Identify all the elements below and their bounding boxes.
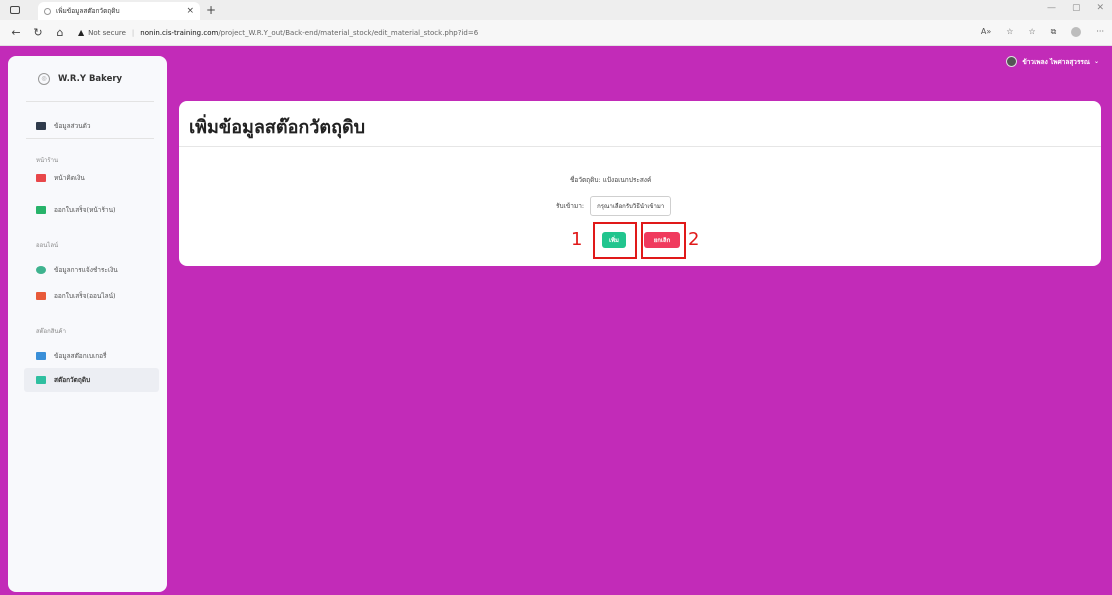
boxes-icon bbox=[36, 352, 46, 360]
card-header: เพิ่มข้อมูลสต๊อกวัตถุดิบ bbox=[179, 101, 1101, 147]
minimize-icon[interactable]: — bbox=[1047, 3, 1056, 13]
user-name: ข้าวเพลง ไพศาลสุวรรณ bbox=[1022, 57, 1090, 66]
tab-title: เพิ่มข้อมูลสต๊อกวัตถุดิบ bbox=[56, 7, 120, 15]
warning-icon: ▲ bbox=[78, 28, 85, 37]
window-menu-icon[interactable] bbox=[10, 6, 20, 14]
favorites-icon[interactable]: ☆ bbox=[1028, 27, 1035, 37]
url-separator: | bbox=[131, 28, 135, 37]
sidebar-item-label: ออกใบเสร็จ(หน้าร้าน) bbox=[54, 206, 116, 214]
sidebar-item-bakery-stock[interactable]: ข้อมูลสต๊อกเบเกอรี่ bbox=[36, 349, 107, 363]
receive-field: รับเข้ามา: กรุณาเลือกรับวิธีนำเข้ามา bbox=[556, 196, 672, 216]
tab-close-icon[interactable]: × bbox=[186, 6, 194, 16]
home-icon[interactable]: ⌂ bbox=[54, 26, 66, 39]
url-path: /project_W.R.Y_out/Back-end/material_sto… bbox=[218, 28, 479, 37]
user-menu[interactable]: ข้าวเพลง ไพศาลสุวรรณ ⌄ bbox=[1006, 56, 1099, 67]
security-status[interactable]: Not secure bbox=[88, 29, 126, 37]
sidebar-item-label: สต๊อกวัตถุดิบ bbox=[54, 376, 91, 384]
receipt-icon bbox=[36, 206, 46, 214]
address-bar: ← ↻ ⌂ ▲ Not secure | nonin.cis-training.… bbox=[0, 20, 1112, 46]
favorite-star-icon[interactable]: ☆ bbox=[1006, 27, 1013, 37]
receipt-icon bbox=[36, 292, 46, 300]
refresh-icon[interactable]: ↻ bbox=[32, 26, 44, 39]
profile-icon[interactable] bbox=[1071, 27, 1082, 37]
users-icon bbox=[36, 266, 46, 274]
id-card-icon bbox=[36, 122, 46, 130]
material-name-label: ชื่อวัตถุดิบ: แป้งอเนกประสงค์ bbox=[570, 176, 652, 184]
sidebar-item-receipt-store[interactable]: ออกใบเสร็จ(หน้าร้าน) bbox=[36, 203, 116, 217]
collections-icon[interactable]: ⧉ bbox=[1051, 27, 1057, 37]
section-storefront: หน้าร้าน bbox=[36, 157, 59, 164]
sidebar-item-checkout[interactable]: หน้าคิดเงิน bbox=[36, 171, 85, 185]
bakery-logo-icon: ◎ bbox=[38, 73, 50, 85]
section-stock: สต๊อกสินค้า bbox=[36, 328, 66, 335]
url-host: nonin.cis-training.com bbox=[140, 28, 219, 37]
sidebar: ◎ W.R.Y Bakery ข้อมูลส่วนตัว หน้าร้าน หน… bbox=[8, 56, 167, 592]
highlight-box-cancel bbox=[641, 222, 686, 259]
sidebar-item-label: ข้อมูลส่วนตัว bbox=[54, 122, 91, 130]
cash-register-icon bbox=[36, 174, 46, 182]
page-title: เพิ่มข้อมูลสต๊อกวัตถุดิบ bbox=[189, 117, 366, 138]
chevron-down-icon: ⌄ bbox=[1093, 58, 1099, 65]
brand-name: W.R.Y Bakery bbox=[58, 74, 123, 84]
back-icon[interactable]: ← bbox=[10, 26, 22, 39]
more-options-icon[interactable]: ··· bbox=[1096, 27, 1104, 37]
sidebar-item-label: ข้อมูลสต๊อกเบเกอรี่ bbox=[54, 352, 107, 360]
highlight-box-save bbox=[593, 222, 637, 259]
restore-icon[interactable]: ▢ bbox=[1072, 3, 1081, 13]
avatar bbox=[1006, 56, 1018, 67]
sidebar-item-material-stock[interactable]: สต๊อกวัตถุดิบ bbox=[24, 368, 159, 392]
tab-favicon-icon bbox=[44, 7, 51, 15]
browser-toolbar-icons: A» ☆ ☆ ⧉ ··· bbox=[981, 27, 1104, 37]
url-field[interactable]: ▲ Not secure | nonin.cis-training.com /p… bbox=[78, 28, 478, 37]
browser-tab-bar: เพิ่มข้อมูลสต๊อกวัตถุดิบ × + — ▢ ✕ bbox=[0, 0, 1112, 20]
receive-method-select[interactable]: กรุณาเลือกรับวิธีนำเข้ามา bbox=[590, 196, 672, 216]
new-tab-icon[interactable]: + bbox=[206, 3, 216, 17]
sidebar-divider bbox=[26, 101, 154, 102]
form-card: ชื่อวัตถุดิบ: แป้งอเนกประสงค์ รับเข้ามา:… bbox=[179, 147, 1101, 266]
annotation-number-2: 2 bbox=[688, 229, 700, 250]
window-controls: — ▢ ✕ bbox=[1047, 3, 1104, 13]
receive-label: รับเข้ามา: bbox=[556, 202, 585, 210]
brand[interactable]: ◎ W.R.Y Bakery bbox=[38, 73, 122, 85]
sidebar-item-payment-notices[interactable]: ข้อมูลการแจ้งชำระเงิน bbox=[36, 263, 118, 277]
sidebar-divider bbox=[26, 138, 154, 139]
sidebar-item-receipt-online[interactable]: ออกใบเสร็จ(ออนไลน์) bbox=[36, 289, 116, 303]
browser-tab[interactable]: เพิ่มข้อมูลสต๊อกวัตถุดิบ × bbox=[38, 2, 200, 20]
close-window-icon[interactable]: ✕ bbox=[1096, 3, 1104, 13]
sidebar-item-profile[interactable]: ข้อมูลส่วนตัว bbox=[36, 119, 91, 133]
read-aloud-icon[interactable]: A» bbox=[981, 27, 991, 37]
sidebar-item-label: ออกใบเสร็จ(ออนไลน์) bbox=[54, 292, 116, 300]
section-online: ออนไลน์ bbox=[36, 242, 59, 249]
sidebar-item-label: หน้าคิดเงิน bbox=[54, 174, 85, 182]
book-icon bbox=[36, 376, 46, 384]
annotation-number-1: 1 bbox=[571, 229, 583, 250]
sidebar-item-label: ข้อมูลการแจ้งชำระเงิน bbox=[54, 266, 118, 274]
